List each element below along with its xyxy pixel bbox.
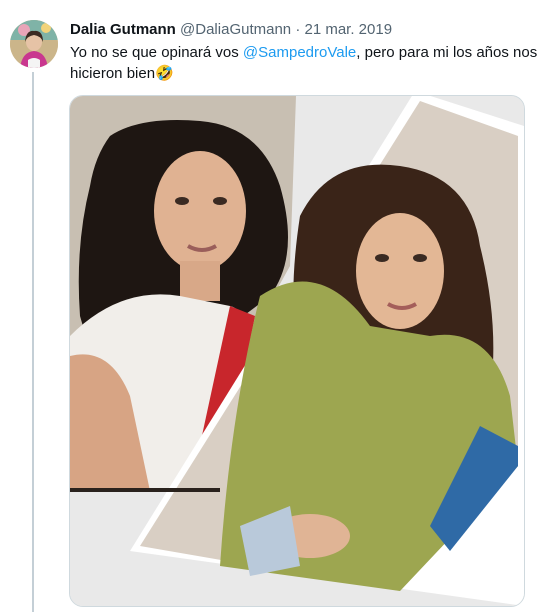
avatar[interactable] (10, 20, 58, 68)
author-handle[interactable]: @DaliaGutmann (180, 21, 291, 38)
tweet[interactable]: Dalia Gutmann @DaliaGutmann · 21 mar. 20… (0, 0, 552, 612)
avatar-image (10, 20, 58, 68)
photo-collage-image (70, 96, 524, 606)
tweet-header: Dalia Gutmann @DaliaGutmann · 21 mar. 20… (70, 20, 544, 40)
tweet-media[interactable] (69, 95, 525, 607)
thread-line (32, 72, 34, 612)
author-name[interactable]: Dalia Gutmann (70, 21, 176, 38)
laughing-emoji-icon: 🤣 (155, 65, 174, 82)
tweet-text: Yo no se que opinará vos @SampedroVale, … (70, 42, 540, 84)
mention-link[interactable]: @SampedroVale (243, 44, 356, 61)
tweet-text-before: Yo no se que opinará vos (70, 44, 243, 61)
tweet-date[interactable]: 21 mar. 2019 (304, 21, 392, 38)
header-separator: · (295, 21, 301, 38)
